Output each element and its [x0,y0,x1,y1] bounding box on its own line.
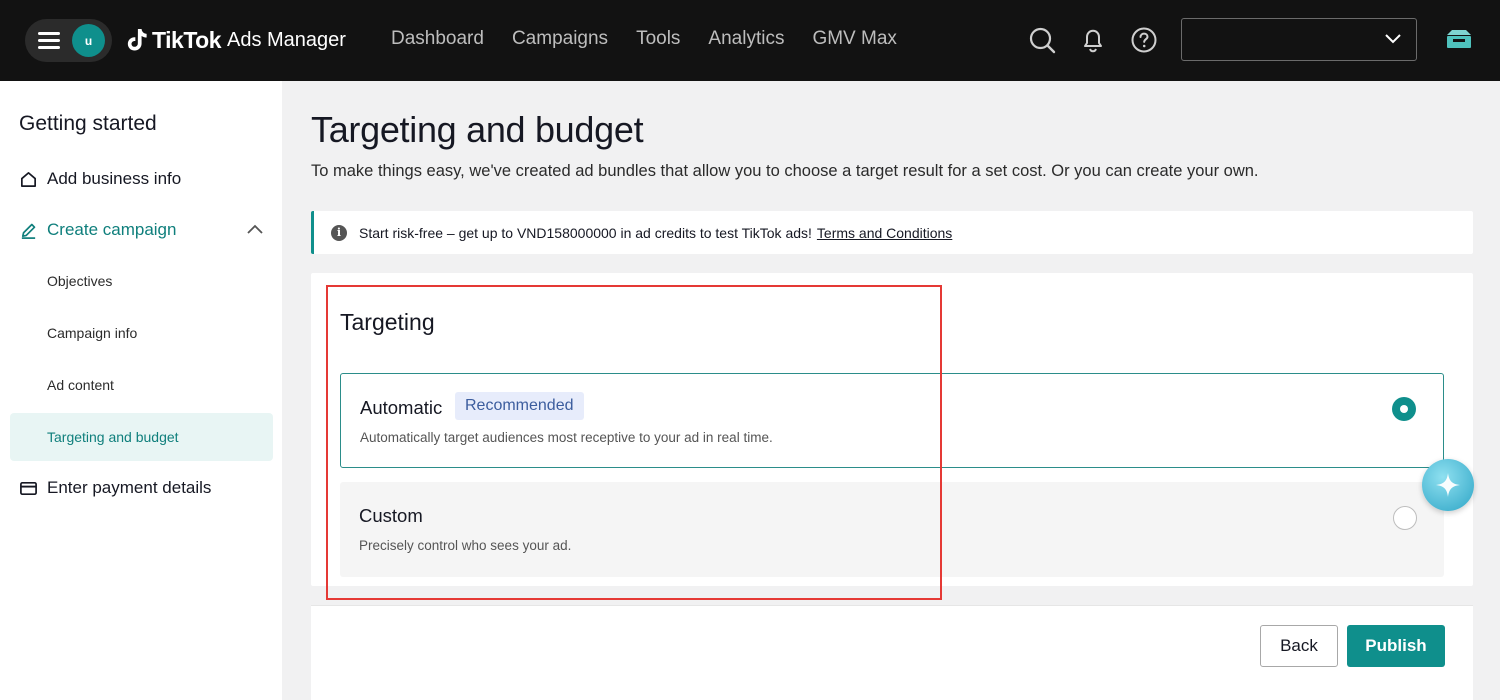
targeting-option-custom[interactable]: Custom Precisely control who sees your a… [340,482,1444,577]
back-button[interactable]: Back [1260,625,1338,667]
action-footer: Back Publish [311,605,1473,700]
card-icon [20,481,37,495]
avatar[interactable]: u [72,24,105,57]
publish-button[interactable]: Publish [1347,625,1445,667]
sidebar-subitem-targeting-and-budget[interactable]: Targeting and budget [47,429,179,445]
nav-campaigns[interactable]: Campaigns [512,28,608,50]
nav-dashboard[interactable]: Dashboard [391,28,484,50]
sidebar-title: Getting started [19,112,157,135]
bell-icon[interactable] [1079,26,1107,54]
sidebar-item-add-business-info[interactable]: Add business info [19,164,181,194]
radio-custom[interactable] [1393,506,1417,530]
account-selector[interactable] [1181,18,1417,61]
sidebar-item-label: Create campaign [47,220,177,239]
option-description: Automatically target audiences most rece… [360,430,773,445]
sidebar-item-enter-payment-details[interactable]: Enter payment details [19,473,211,503]
option-name: Custom [359,505,423,526]
sidebar-item-label: Enter payment details [47,478,212,497]
page-title: Targeting and budget [311,109,644,150]
product-name: Ads Manager [227,28,346,51]
promo-banner: i Start risk-free – get up to VND1580000… [311,211,1473,254]
sidebar-subitem-campaign-info[interactable]: Campaign info [47,325,137,341]
sidebar-subitem-ad-content[interactable]: Ad content [47,377,114,393]
help-icon[interactable] [1130,26,1158,54]
top-navigation-bar: u TikTok Ads Manager Dashboard Campaigns… [0,0,1500,81]
house-icon [20,171,37,187]
business-center-icon[interactable] [1444,28,1474,52]
sidebar-item-label: Add business info [47,169,182,188]
page-subtitle: To make things easy, we've created ad bu… [311,162,1259,180]
nav-tools[interactable]: Tools [636,28,680,50]
radio-automatic[interactable] [1392,397,1416,421]
sparkle-icon [1436,473,1460,497]
targeting-card: Targeting Automatic Recommended Automati… [311,273,1473,586]
targeting-option-automatic[interactable]: Automatic Recommended Automatically targ… [340,373,1444,468]
chevron-up-icon[interactable] [246,223,264,235]
menu-toggle[interactable]: u [25,19,112,62]
info-icon: i [331,224,347,241]
pencil-icon [21,223,36,239]
nav-gmv-max[interactable]: GMV Max [812,28,896,50]
tiktok-ads-manager-logo[interactable]: TikTok Ads Manager [126,24,346,56]
sidebar-subitem-objectives[interactable]: Objectives [47,273,112,289]
sidebar-item-create-campaign[interactable]: Create campaign [19,215,176,245]
main-nav: Dashboard Campaigns Tools Analytics GMV … [391,28,897,50]
chevron-down-icon [1385,34,1401,44]
sidebar: Getting started Add business info Create… [0,81,282,700]
terms-link[interactable]: Terms and Conditions [817,225,952,241]
banner-text: Start risk-free – get up to VND158000000… [359,224,812,241]
option-name: Automatic [360,397,443,418]
recommended-badge: Recommended [455,392,584,420]
ai-assistant-button[interactable] [1422,459,1474,511]
brand-name: TikTok [152,26,222,53]
option-description: Precisely control who sees your ad. [359,538,572,553]
search-icon[interactable] [1028,26,1056,54]
tiktok-logo-icon [127,29,147,51]
targeting-heading: Targeting [340,309,435,335]
hamburger-icon[interactable] [38,32,60,49]
nav-analytics[interactable]: Analytics [708,28,784,50]
